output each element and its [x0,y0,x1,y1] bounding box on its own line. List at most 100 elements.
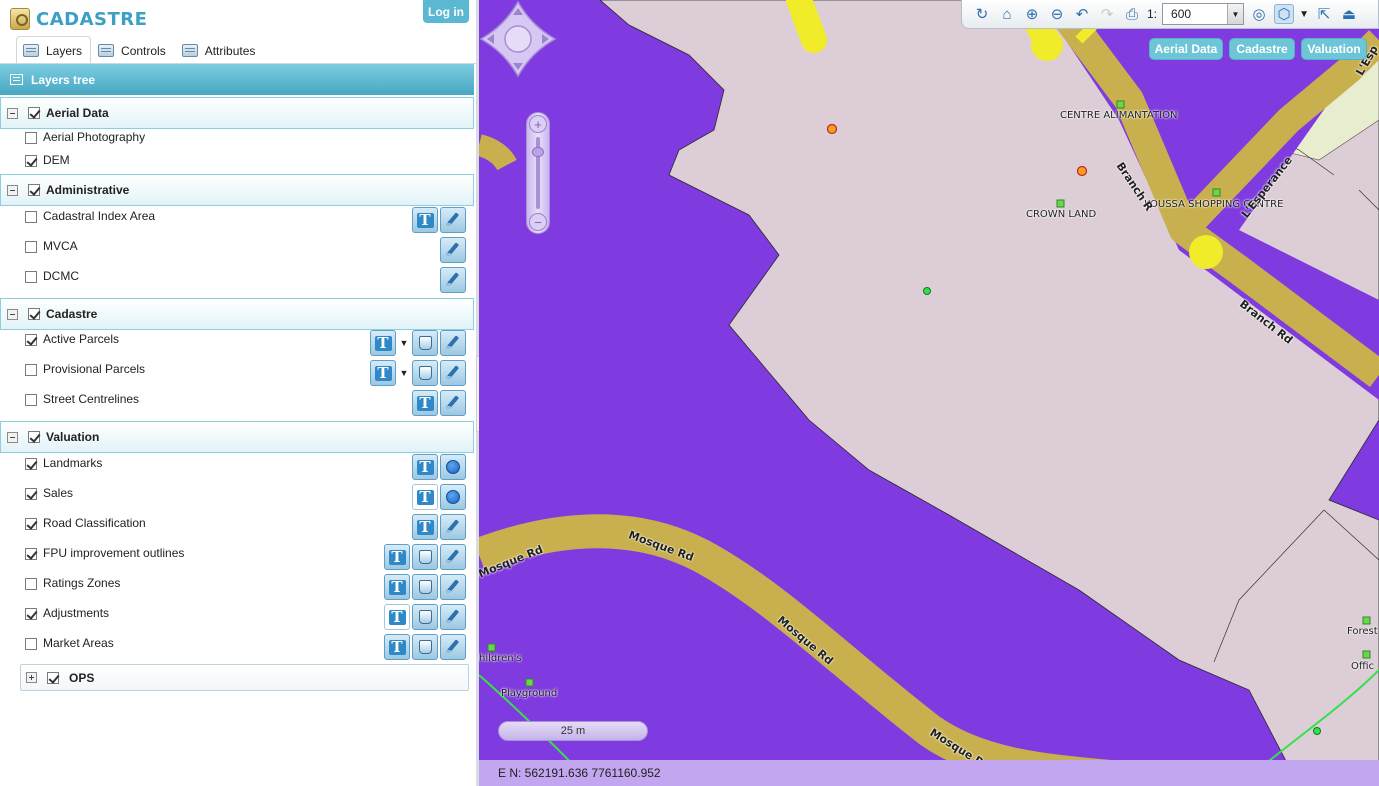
tab-controls[interactable]: Controls [91,36,175,64]
layer-checkbox[interactable] [25,488,37,500]
edit-button[interactable] [440,360,466,386]
layer-checkbox[interactable] [25,155,37,167]
collapse-icon[interactable] [7,308,18,320]
tree-icon [10,74,23,85]
tab-attributes[interactable]: Attributes [175,36,265,64]
style-button[interactable] [412,330,438,356]
edit-button[interactable] [440,604,466,630]
label-button[interactable]: T [384,544,410,570]
edit-button[interactable] [440,237,466,263]
print-icon[interactable]: ⎙ [1122,4,1142,24]
edit-button[interactable] [440,544,466,570]
info-pointer-icon[interactable]: ⇱ [1314,4,1334,24]
layer-checkbox[interactable] [25,132,37,144]
style-button[interactable] [412,634,438,660]
layer-row: Cadastral Index Area T [0,205,474,233]
map-tab-valuation[interactable]: Valuation [1301,38,1367,60]
point-symbol-button[interactable] [440,454,466,480]
layer-checkbox[interactable] [25,548,37,560]
zoom-out-icon[interactable]: ⊖ [1047,4,1067,24]
refresh-icon[interactable]: ↻ [972,4,992,24]
tab-layers[interactable]: Layers [16,36,92,64]
style-button[interactable] [412,544,438,570]
label-button[interactable]: T [370,330,396,356]
layer-checkbox[interactable] [25,271,37,283]
collapse-icon[interactable] [7,431,18,443]
group-ops[interactable]: OPS [20,664,469,691]
style-button[interactable] [412,574,438,600]
zoom-knob[interactable] [532,147,544,157]
style-button[interactable] [412,360,438,386]
group-cadastre[interactable]: Cadastre [0,298,474,330]
layer-checkbox[interactable] [25,334,37,346]
group-label: Valuation [46,430,100,444]
label-button[interactable]: T [384,634,410,660]
undo-icon[interactable]: ↶ [1072,4,1092,24]
group-checkbox[interactable] [47,671,59,684]
chevron-down-icon[interactable]: ▼ [1299,4,1309,24]
label-button[interactable]: T [370,360,396,386]
edit-button[interactable] [440,207,466,233]
group-checkbox[interactable] [28,308,40,320]
layer-checkbox[interactable] [25,638,37,650]
edit-button[interactable] [440,514,466,540]
layer-checkbox[interactable] [25,608,37,620]
layers-tree-title: Layers tree [31,72,96,87]
label-button[interactable]: T [412,484,438,510]
style-button[interactable] [412,604,438,630]
polygon-select-icon[interactable]: ⬡ [1274,4,1295,24]
edit-button[interactable] [440,634,466,660]
group-checkbox[interactable] [28,431,40,443]
collapse-icon[interactable] [7,184,18,196]
label-button[interactable]: T [412,207,438,233]
edit-icon [445,212,461,228]
layer-row: Sales T [0,482,474,510]
layer-label: FPU improvement outlines [43,546,185,560]
zoom-plus-button[interactable]: + [529,115,547,133]
label-button[interactable]: T [412,390,438,416]
map-tab-aerial-data[interactable]: Aerial Data [1149,38,1223,60]
chevron-down-icon[interactable]: ▼ [398,330,410,356]
layer-checkbox[interactable] [25,394,37,406]
label-button[interactable]: T [412,454,438,480]
map-canvas[interactable] [479,0,1379,786]
chevron-down-icon[interactable]: ▼ [1227,4,1244,24]
edit-button[interactable] [440,390,466,416]
map-tab-cadastre[interactable]: Cadastre [1229,38,1295,60]
group-administrative[interactable]: Administrative [0,174,474,206]
landmark-icon[interactable]: ⏏ [1339,4,1359,24]
expand-icon[interactable] [26,672,37,683]
login-button[interactable]: Log in [423,0,469,23]
layer-checkbox[interactable] [25,578,37,590]
group-checkbox[interactable] [28,184,40,196]
group-checkbox[interactable] [28,107,40,119]
point-symbol-button[interactable] [440,484,466,510]
redo-icon[interactable]: ↷ [1097,4,1117,24]
pan-control[interactable] [479,0,557,78]
landmark-point [1212,188,1221,197]
label-button[interactable]: T [384,574,410,600]
edit-button[interactable] [440,267,466,293]
scale-select[interactable]: 600 ▼ [1162,3,1245,25]
label-button[interactable]: T [384,604,410,630]
target-icon[interactable]: ◎ [1249,4,1269,24]
layer-checkbox[interactable] [25,241,37,253]
collapse-icon[interactable] [7,107,18,119]
layer-checkbox[interactable] [25,211,37,223]
zoom-minus-button[interactable]: − [529,213,547,231]
layer-checkbox[interactable] [25,518,37,530]
layer-tools: T [412,207,466,233]
zoom-slider[interactable]: + − [526,112,550,234]
layer-checkbox[interactable] [25,364,37,376]
edit-button[interactable] [440,330,466,356]
group-aerial-data[interactable]: Aerial Data [0,97,474,129]
group-valuation[interactable]: Valuation [0,421,474,453]
chevron-down-icon[interactable]: ▼ [398,360,410,386]
zoom-in-icon[interactable]: ⊕ [1022,4,1042,24]
map-view[interactable]: CENTRE ALIMANTATION CROWN LAND KOUSSA SH… [479,0,1379,786]
layer-label: Active Parcels [43,332,120,346]
label-button[interactable]: T [412,514,438,540]
layer-checkbox[interactable] [25,458,37,470]
edit-button[interactable] [440,574,466,600]
home-icon[interactable]: ⌂ [997,4,1017,24]
